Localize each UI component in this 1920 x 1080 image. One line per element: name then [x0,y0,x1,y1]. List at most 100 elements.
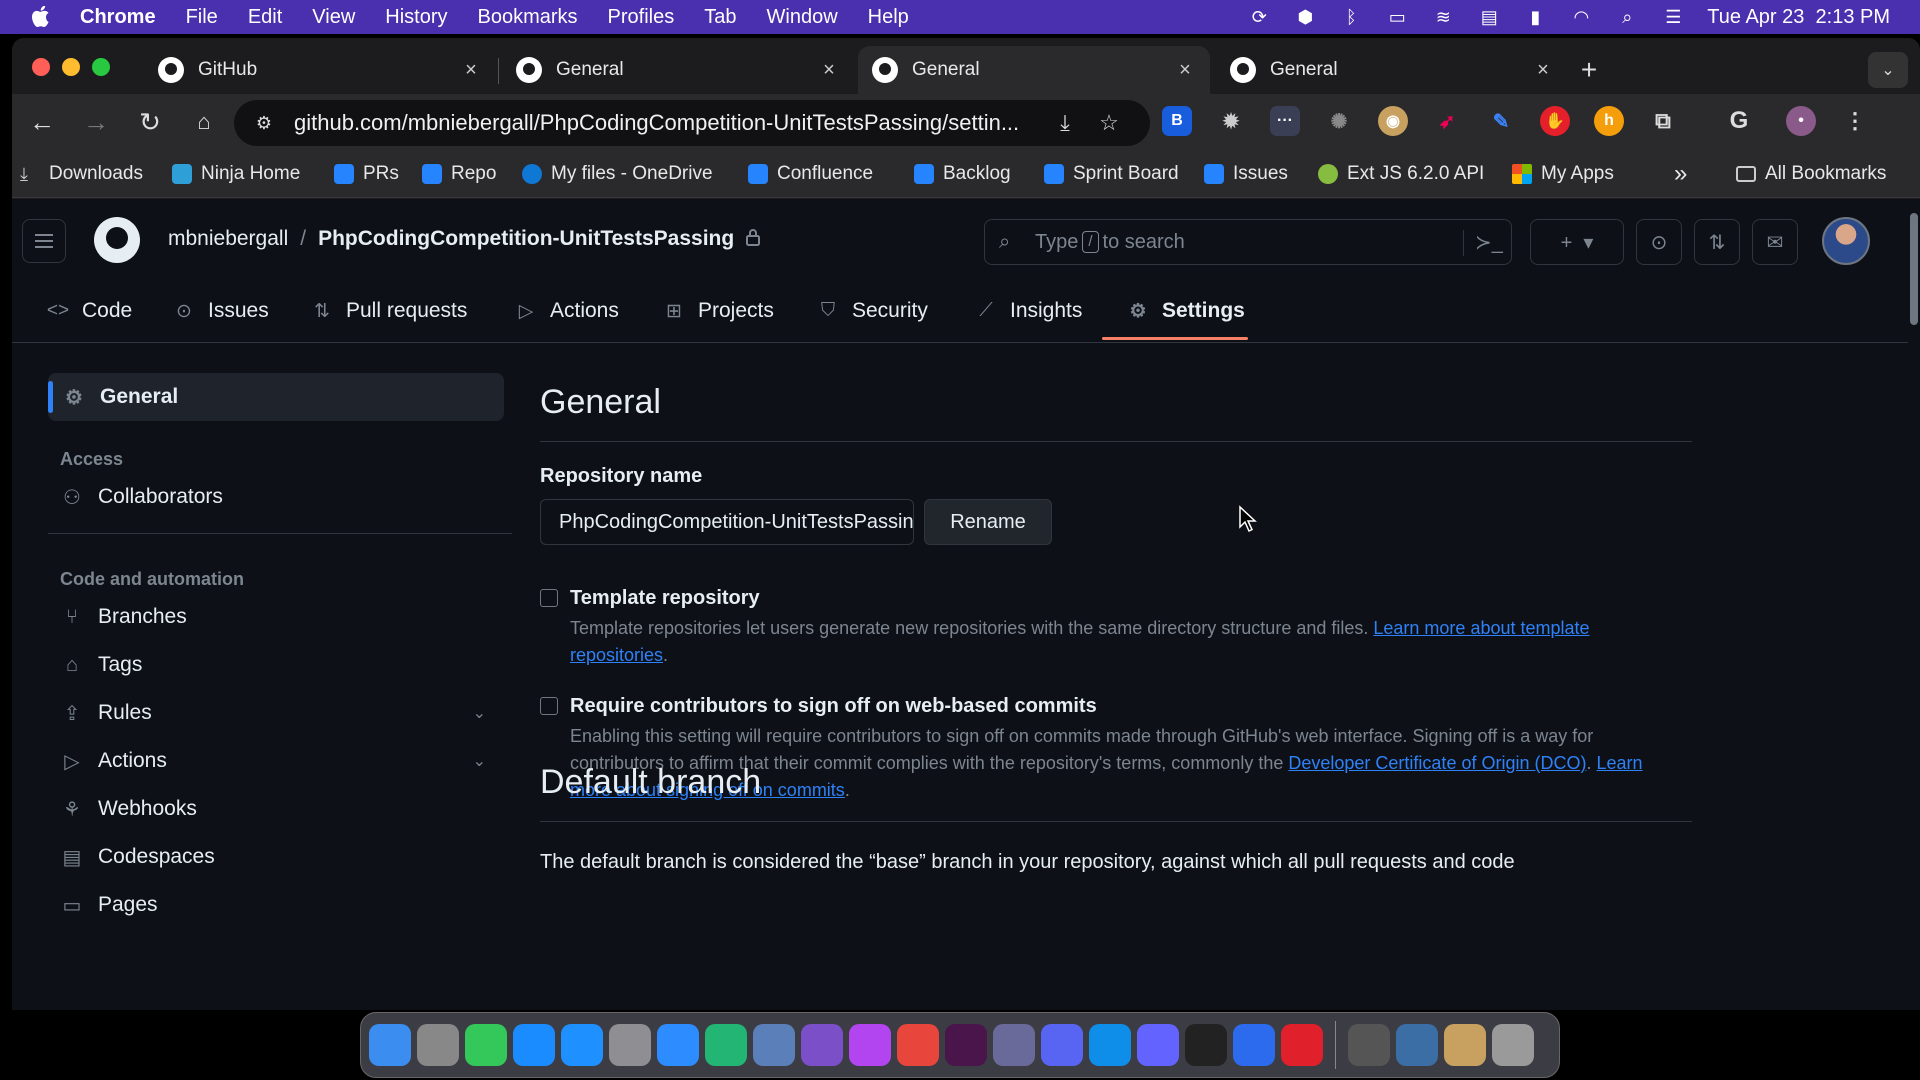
finder-icon[interactable] [369,1024,411,1066]
close-icon[interactable]: × [818,59,840,82]
tab-issues[interactable]: ⊙ Issues [172,291,269,331]
avatar[interactable] [1822,217,1870,265]
bookmark-repo[interactable]: Repo [422,160,496,188]
tab-search-button[interactable]: ⌄ [1868,52,1908,88]
adblock-extension-icon[interactable]: ✋ [1540,106,1570,136]
sidebar-item-general[interactable]: ⚙ General [48,373,504,421]
sidebar-item-tags[interactable]: ⌂ Tags [60,645,496,685]
sidebar-item-codespaces[interactable]: ▤ Codespaces [60,837,496,877]
sidebar-item-webhooks[interactable]: ⚘ Webhooks [60,789,496,829]
bookmark-ninja-home[interactable]: Ninja Home [172,160,300,188]
chrome-icon[interactable] [897,1024,939,1066]
browser-tab[interactable]: General × [1216,46,1568,94]
control-center-icon[interactable]: ☰ [1661,7,1685,27]
pull-requests-button[interactable]: ⇅ [1694,219,1740,265]
repo-name-link[interactable]: PhpCodingCompetition-UnitTestsPassing [318,227,734,251]
calculator-icon[interactable] [1348,1024,1390,1066]
profile-avatar[interactable]: • [1786,106,1816,136]
site-settings-icon[interactable]: ⚙ [252,112,276,134]
bookmark-backlog[interactable]: Backlog [914,160,1011,188]
sidebar-item-pages[interactable]: ▭ Pages [60,885,496,925]
menu-help[interactable]: Help [868,6,909,29]
trash-icon[interactable] [1492,1024,1534,1066]
menu-file[interactable]: File [186,6,218,29]
wifi-icon[interactable]: ◠ [1569,7,1593,27]
bookmark-downloads[interactable]: ⤓ Downloads [20,160,143,188]
template-repository-checkbox[interactable] [540,589,558,607]
chrome-menu-icon[interactable]: ⋮ [1840,106,1870,136]
menu-window[interactable]: Window [767,6,838,29]
dco-link[interactable]: Developer Certificate of Origin (DCO) [1288,753,1586,773]
dots-extension-icon[interactable]: ··· [1270,106,1300,136]
issues-button[interactable]: ⊙ [1636,219,1682,265]
apple-menu-icon[interactable] [30,5,54,29]
preview-icon[interactable] [1444,1024,1486,1066]
bookmark-star-icon[interactable]: ☆ [1096,110,1122,136]
launchpad-icon[interactable] [417,1024,459,1066]
sidebar-item-actions[interactable]: ▷ Actions ⌄ [60,741,496,781]
muted-icon[interactable]: ≋ [1431,7,1455,27]
bitwarden-extension-icon[interactable]: B [1162,106,1192,136]
slack-icon[interactable] [945,1024,987,1066]
cookie-extension-icon[interactable]: ◉ [1378,106,1408,136]
create-new-button[interactable]: + ▾ [1530,219,1624,265]
minimize-window-button[interactable] [62,58,80,76]
menubar-clock[interactable]: Tue Apr 23 2:13 PM [1707,6,1890,29]
sidebar-item-rules[interactable]: ⇪ Rules ⌄ [60,693,496,733]
close-icon[interactable]: × [460,59,482,82]
google-icon[interactable]: G [1724,106,1754,136]
close-window-button[interactable] [32,58,50,76]
honey-extension-icon[interactable]: h [1594,106,1624,136]
tab-insights[interactable]: ⟋ Insights [974,291,1082,331]
extensions-puzzle-icon[interactable]: ⧉ [1648,106,1678,136]
home-button[interactable]: ⌂ [186,104,222,140]
clion-icon[interactable] [705,1024,747,1066]
terminal-icon[interactable] [1185,1024,1227,1066]
sidebar-item-branches[interactable]: ⑂ Branches [60,597,496,637]
page-scrollbar[interactable] [1908,199,1920,1010]
rocket-extension-icon[interactable]: ➶ [1432,106,1462,136]
virtualbox-icon[interactable] [753,1024,795,1066]
repo-owner-link[interactable]: mbniebergall [168,227,288,251]
menu-tab[interactable]: Tab [704,6,736,29]
keynote-icon[interactable] [513,1024,555,1066]
command-palette-icon[interactable]: ≻_ [1475,230,1503,255]
address-bar[interactable]: ⚙ github.com/mbniebergall/PhpCodingCompe… [234,100,1150,146]
screen-mirroring-icon[interactable]: ▭ [1385,7,1409,27]
bookmark-sprint-board[interactable]: Sprint Board [1044,160,1179,188]
scrollbar-thumb[interactable] [1910,213,1918,325]
inbox-button[interactable]: ✉ [1752,219,1798,265]
forward-button[interactable]: → [78,104,114,140]
reload-button[interactable]: ↻ [132,104,168,140]
signal-icon[interactable] [1233,1024,1275,1066]
bookmark-onedrive[interactable]: My files - OneDrive [522,160,713,188]
github-desktop-icon[interactable] [801,1024,843,1066]
bookmark-confluence[interactable]: Confluence [748,160,873,188]
gear-extension-icon[interactable]: ✺ [1324,106,1354,136]
tab-settings[interactable]: ⚙ Settings [1126,291,1244,331]
bookmark-prs[interactable]: PRs [334,160,399,188]
bbedit-icon[interactable] [993,1024,1035,1066]
system-settings-icon[interactable] [609,1024,651,1066]
battery-icon[interactable]: ▮ [1523,7,1547,27]
rename-button[interactable]: Rename [924,499,1052,545]
browser-tab[interactable]: General × [502,46,854,94]
keyboard-icon[interactable]: ▤ [1477,7,1501,27]
all-bookmarks-button[interactable]: All Bookmarks [1736,160,1886,188]
close-icon[interactable]: × [1532,59,1554,82]
menu-history[interactable]: History [385,6,447,29]
install-app-icon[interactable]: ⤓ [1052,110,1078,136]
hamburger-menu-button[interactable] [22,219,66,263]
vpn-icon[interactable]: ⬢ [1293,7,1317,27]
close-icon[interactable]: × [1174,59,1196,82]
app-store-icon[interactable] [561,1024,603,1066]
sidebar-item-collaborators[interactable]: ⚇ Collaborators [60,477,496,517]
phpstorm-icon[interactable] [849,1024,891,1066]
bluetooth-icon[interactable]: ᛒ [1339,7,1363,27]
new-tab-button[interactable]: + [1574,54,1604,86]
messages-icon[interactable] [465,1024,507,1066]
sign-off-checkbox[interactable] [540,697,558,715]
mastodon-icon[interactable] [1137,1024,1179,1066]
sync-icon[interactable]: ⟳ [1247,7,1271,27]
zoom-icon[interactable] [657,1024,699,1066]
